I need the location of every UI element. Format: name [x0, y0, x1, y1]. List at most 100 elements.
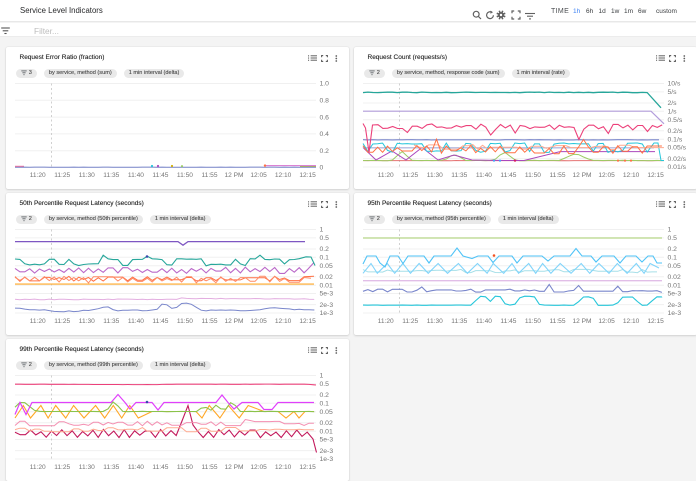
svg-text:1: 1: [668, 227, 672, 234]
svg-text:1e-3: 1e-3: [320, 310, 334, 317]
svg-text:11:40: 11:40: [476, 318, 492, 325]
svg-text:11:30: 11:30: [79, 172, 95, 179]
svg-text:0.2: 0.2: [320, 392, 330, 399]
svg-text:2/s: 2/s: [668, 100, 678, 107]
svg-text:11:30: 11:30: [79, 464, 95, 471]
svg-text:12 PM: 12 PM: [224, 464, 243, 471]
svg-text:11:45: 11:45: [152, 172, 168, 179]
svg-text:11:35: 11:35: [103, 464, 119, 471]
svg-text:1: 1: [320, 373, 324, 380]
svg-text:11:30: 11:30: [427, 318, 443, 325]
svg-text:11:20: 11:20: [30, 318, 46, 325]
svg-text:11:20: 11:20: [30, 464, 46, 471]
svg-text:0.5: 0.5: [320, 235, 330, 242]
svg-text:12:10: 12:10: [275, 318, 292, 325]
svg-text:12 PM: 12 PM: [572, 172, 591, 179]
svg-text:12:05: 12:05: [598, 318, 615, 325]
svg-text:11:45: 11:45: [500, 318, 516, 325]
svg-text:12:10: 12:10: [275, 464, 292, 471]
svg-text:11:55: 11:55: [201, 172, 217, 179]
svg-text:0.01: 0.01: [320, 282, 333, 289]
svg-text:11:25: 11:25: [54, 464, 70, 471]
svg-text:0.6: 0.6: [320, 114, 330, 121]
svg-text:12:15: 12:15: [299, 318, 316, 325]
svg-text:0.05: 0.05: [320, 263, 333, 270]
svg-text:11:25: 11:25: [402, 318, 418, 325]
svg-text:11:45: 11:45: [152, 464, 168, 471]
svg-text:12:15: 12:15: [299, 172, 316, 179]
svg-text:5e-3: 5e-3: [320, 437, 334, 444]
svg-text:1e-3: 1e-3: [320, 456, 334, 463]
svg-text:12:15: 12:15: [647, 172, 664, 179]
svg-text:0.05/s: 0.05/s: [668, 145, 687, 152]
svg-text:1/s: 1/s: [668, 109, 678, 116]
svg-text:1.0: 1.0: [320, 81, 330, 88]
svg-text:0.02: 0.02: [668, 274, 681, 281]
svg-text:12:15: 12:15: [299, 464, 316, 471]
svg-text:12:10: 12:10: [623, 172, 640, 179]
svg-text:11:35: 11:35: [103, 318, 119, 325]
svg-text:0.1/s: 0.1/s: [668, 136, 683, 143]
svg-text:0.5/s: 0.5/s: [668, 117, 683, 124]
svg-text:11:50: 11:50: [177, 172, 193, 179]
svg-text:1e-3: 1e-3: [668, 310, 682, 317]
svg-text:11:20: 11:20: [378, 172, 394, 179]
svg-text:2e-3: 2e-3: [320, 448, 334, 455]
svg-text:11:35: 11:35: [451, 172, 467, 179]
svg-text:1: 1: [320, 227, 324, 234]
svg-text:0.5: 0.5: [320, 381, 330, 388]
svg-text:11:45: 11:45: [500, 172, 516, 179]
svg-text:0.2: 0.2: [320, 148, 330, 155]
svg-text:0.1: 0.1: [320, 255, 330, 262]
svg-text:11:50: 11:50: [525, 172, 541, 179]
svg-text:11:40: 11:40: [128, 172, 144, 179]
svg-text:0.01: 0.01: [320, 428, 333, 435]
svg-text:11:25: 11:25: [402, 172, 418, 179]
svg-text:11:30: 11:30: [79, 318, 95, 325]
svg-text:5/s: 5/s: [668, 89, 678, 96]
svg-text:11:50: 11:50: [177, 464, 193, 471]
svg-text:11:30: 11:30: [427, 172, 443, 179]
svg-text:12 PM: 12 PM: [224, 172, 243, 179]
svg-text:5e-3: 5e-3: [320, 291, 334, 298]
svg-text:0.2: 0.2: [320, 246, 330, 253]
svg-text:11:40: 11:40: [476, 172, 492, 179]
svg-text:11:55: 11:55: [549, 172, 565, 179]
svg-text:2e-3: 2e-3: [668, 302, 682, 309]
svg-text:0.02/s: 0.02/s: [668, 156, 687, 163]
svg-text:0.1: 0.1: [668, 255, 678, 262]
svg-text:11:40: 11:40: [128, 318, 144, 325]
svg-text:11:55: 11:55: [201, 464, 217, 471]
svg-text:11:25: 11:25: [54, 318, 70, 325]
svg-text:12 PM: 12 PM: [224, 318, 243, 325]
svg-text:12 PM: 12 PM: [572, 318, 591, 325]
svg-text:12:05: 12:05: [250, 464, 267, 471]
svg-text:11:20: 11:20: [30, 172, 46, 179]
svg-text:0.02: 0.02: [320, 274, 333, 281]
svg-text:0.02: 0.02: [320, 420, 333, 427]
svg-text:12:05: 12:05: [250, 318, 267, 325]
svg-text:0.01/s: 0.01/s: [668, 164, 687, 171]
svg-text:0.8: 0.8: [320, 98, 330, 105]
svg-text:12:10: 12:10: [623, 318, 640, 325]
svg-text:10/s: 10/s: [668, 81, 681, 88]
svg-text:0.5: 0.5: [668, 235, 678, 242]
svg-text:11:25: 11:25: [54, 172, 70, 179]
svg-text:12:10: 12:10: [275, 172, 292, 179]
svg-text:11:35: 11:35: [451, 318, 467, 325]
svg-text:0: 0: [320, 165, 324, 172]
svg-text:0.05: 0.05: [668, 263, 681, 270]
svg-text:12:05: 12:05: [250, 172, 267, 179]
svg-text:12:15: 12:15: [647, 318, 664, 325]
svg-text:11:55: 11:55: [201, 318, 217, 325]
svg-text:11:20: 11:20: [378, 318, 394, 325]
svg-text:11:55: 11:55: [549, 318, 565, 325]
svg-text:0.2: 0.2: [668, 246, 678, 253]
svg-text:0.05: 0.05: [320, 409, 333, 416]
svg-text:0.01: 0.01: [668, 282, 681, 289]
svg-text:11:50: 11:50: [525, 318, 541, 325]
svg-text:2e-3: 2e-3: [320, 302, 334, 309]
svg-text:0.2/s: 0.2/s: [668, 128, 683, 135]
svg-text:11:35: 11:35: [103, 172, 119, 179]
svg-text:0.1: 0.1: [320, 401, 330, 408]
